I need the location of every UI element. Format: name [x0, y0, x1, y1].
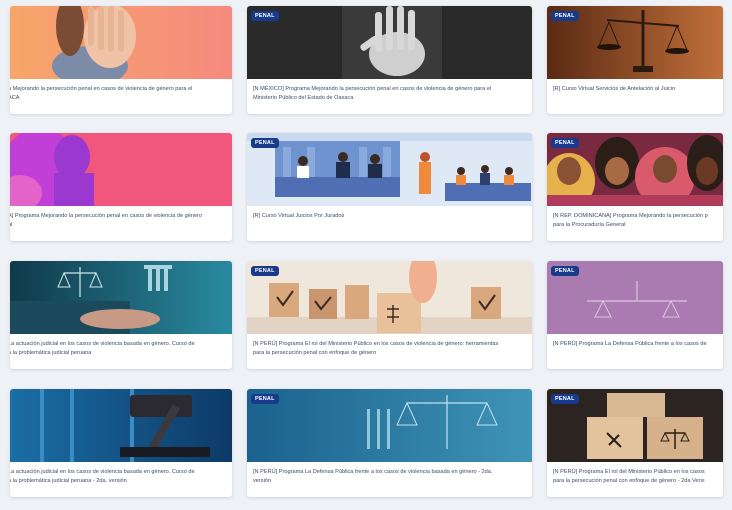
course-card[interactable]: PENAL [N PERÚ] Programa El rol del Minis…	[547, 389, 723, 497]
course-thumbnail	[10, 6, 232, 79]
course-card[interactable]: PENAL [N PERÚ] Programa La Defensa Públi…	[547, 261, 723, 369]
category-badge: PENAL	[551, 394, 579, 404]
category-badge: PENAL	[251, 138, 279, 148]
course-thumbnail: PENAL	[247, 261, 532, 334]
course-card[interactable]: La actuación judicial en los casos de vi…	[10, 261, 232, 369]
course-card[interactable]: PENAL [N REP. DOMINICANA] Programa Mejor…	[547, 133, 723, 241]
category-badge: PENAL	[551, 138, 579, 148]
course-thumbnail	[10, 389, 232, 462]
course-title: [N REP. DOMINICANA] Programa Mejorando l…	[553, 213, 708, 228]
category-badge: PENAL	[251, 11, 279, 21]
category-badge: PENAL	[551, 11, 579, 21]
category-badge: PENAL	[251, 266, 279, 276]
course-thumbnail: PENAL	[247, 6, 532, 79]
course-title: a Mejorando la persecución penal en caso…	[10, 86, 193, 101]
course-title: A] Programa Mejorando la persecución pen…	[10, 213, 203, 228]
course-thumbnail: PENAL	[547, 261, 723, 334]
course-card[interactable]: PENAL [N PERÚ] Programa La Defensa Públi…	[247, 389, 532, 497]
category-badge: PENAL	[251, 394, 279, 404]
course-title: [N PERÚ] Programa El rol del Ministerio …	[553, 469, 705, 484]
course-card[interactable]: PENAL [R] Curso Virtual Servicios de Ant…	[547, 6, 723, 114]
course-title: La actuación judicial en los casos de vi…	[10, 341, 195, 356]
course-thumbnail: PENAL	[247, 133, 532, 206]
course-card[interactable]: A] Programa Mejorando la persecución pen…	[10, 133, 232, 241]
course-thumbnail	[10, 261, 232, 334]
course-card[interactable]: La actuación judicial en los casos de vi…	[10, 389, 232, 497]
course-title: [N MÉXICO] Programa Mejorando la persecu…	[253, 86, 492, 101]
course-thumbnail: PENAL	[547, 133, 723, 206]
course-card[interactable]: a Mejorando la persecución penal en caso…	[10, 6, 232, 114]
course-title: [N PERÚ] Programa La Defensa Pública fre…	[253, 469, 493, 484]
course-title: [R] Curso Virtual Juicios Por Jurados	[253, 213, 345, 219]
course-title: [N PERÚ] Programa La Defensa Pública fre…	[553, 341, 707, 347]
course-title: La actuación judicial en los casos de vi…	[10, 469, 195, 484]
course-card[interactable]: PENAL [N MÉXICO] Programa Mejorando la p…	[247, 6, 532, 114]
course-thumbnail	[10, 133, 232, 206]
course-card[interactable]: PENAL [R] Curso Virtual Juicios Por Jura…	[247, 133, 532, 241]
course-title: [N PERÚ] Programa El rol del Ministerio …	[253, 341, 499, 356]
course-thumbnail: PENAL	[547, 389, 723, 462]
course-thumbnail: PENAL	[247, 389, 532, 462]
course-title: [R] Curso Virtual Servicios de Antelació…	[553, 86, 676, 92]
category-badge: PENAL	[551, 266, 579, 276]
course-thumbnail: PENAL	[547, 6, 723, 79]
course-card[interactable]: PENAL [N PERÚ] Programa El rol del Minis…	[247, 261, 532, 369]
